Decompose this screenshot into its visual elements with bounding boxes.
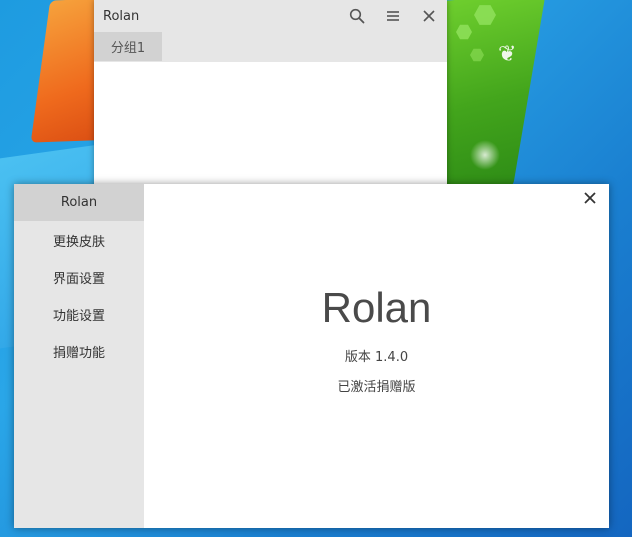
- menu-icon[interactable]: [381, 4, 405, 28]
- window-title: Rolan: [103, 9, 140, 24]
- about-panel: Rolan 版本 1.4.0 已激活捐赠版: [144, 184, 609, 528]
- close-icon[interactable]: [581, 189, 599, 207]
- license-status: 已激活捐赠版: [337, 380, 416, 395]
- app-version: 版本 1.4.0: [344, 350, 409, 365]
- sidebar-item-about[interactable]: Rolan: [14, 184, 144, 221]
- tab-group-1[interactable]: 分组1: [94, 32, 162, 61]
- settings-sidebar: Rolan 更换皮肤 界面设置 功能设置 捐赠功能: [14, 184, 144, 528]
- search-icon[interactable]: [345, 4, 369, 28]
- sidebar-item-donate[interactable]: 捐赠功能: [14, 333, 144, 370]
- launcher-titlebar[interactable]: Rolan: [94, 0, 447, 32]
- sidebar-item-function-settings[interactable]: 功能设置: [14, 296, 144, 333]
- group-tab-strip: 分组1: [94, 32, 447, 62]
- butterfly-icon: ❦: [498, 42, 517, 67]
- close-icon[interactable]: [417, 4, 441, 28]
- sidebar-item-skin[interactable]: 更换皮肤: [14, 222, 144, 259]
- launcher-window: Rolan 分组1: [94, 0, 447, 200]
- sidebar-item-interface-settings[interactable]: 界面设置: [14, 259, 144, 296]
- about-window: Rolan 更换皮肤 界面设置 功能设置 捐赠功能 Rolan 版本 1.4.0…: [14, 184, 609, 528]
- wallpaper-glow: [470, 140, 500, 170]
- app-name: Rolan: [321, 284, 432, 331]
